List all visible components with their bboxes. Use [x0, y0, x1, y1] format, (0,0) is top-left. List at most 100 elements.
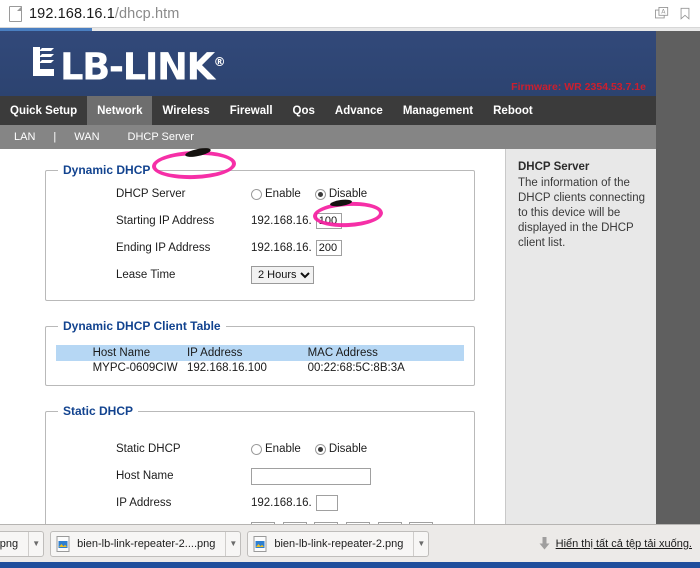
download-caret-2[interactable]: ▼ [225, 531, 240, 556]
download-arrow-icon [539, 537, 550, 550]
nav-item-advance[interactable]: Advance [325, 96, 393, 125]
field-dhcp-server: DHCP Server Enable Disable [56, 185, 464, 203]
static-dhcp-enable-label: Enable [265, 443, 301, 455]
image-file-icon [253, 535, 267, 552]
help-text: The information of the DHCP clients conn… [518, 177, 645, 249]
lease-time-select[interactable]: 2 Hours [251, 266, 314, 284]
lease-time-label: Lease Time [116, 269, 176, 281]
taskbar-strip [0, 562, 700, 568]
radio-enable[interactable] [251, 188, 262, 200]
col-mac-address: MAC Address [307, 345, 464, 361]
static-ip-prefix: 192.168.16. [251, 497, 312, 509]
subnav-item-dhcp-server[interactable]: DHCP Server [114, 125, 208, 149]
table-header-row: Host Name IP Address MAC Address [56, 345, 464, 361]
subnav-item-wan[interactable]: WAN [60, 125, 113, 149]
page-body: Dynamic DHCP DHCP Server Enable Disable … [0, 149, 656, 524]
starting-ip-prefix: 192.168.16. [251, 215, 312, 227]
client-table-legend: Dynamic DHCP Client Table [63, 319, 221, 333]
field-starting-ip: Starting IP Address 192.168.16. [56, 212, 464, 230]
download-item-1[interactable]: repeater-6.png ▼ [0, 530, 45, 557]
url-bar-icons: A [655, 6, 692, 21]
cell-host-name: MYPC-0609CIW [92, 362, 178, 374]
subnav-separator: | [53, 131, 57, 143]
download-item-3[interactable]: bien-lb-link-repeater-2.png ▼ [247, 530, 430, 557]
firmware-version: Firmware: WR 2354.53.7.1e [511, 81, 646, 93]
download-item-2[interactable]: bien-lb-link-repeater-2....png ▼ [50, 530, 242, 557]
static-ip-input[interactable] [315, 495, 338, 511]
field-static-host-name: Host Name [56, 467, 464, 485]
download-caret-1[interactable]: ▼ [28, 531, 43, 556]
dhcp-client-table: Host Name IP Address MAC Address MYPC-06… [56, 345, 464, 375]
row-pad-cell [56, 361, 93, 375]
dhcp-server-radio-group[interactable]: Enable Disable [251, 188, 367, 200]
url-text[interactable]: 192.168.16.1/dhcp.htm [29, 6, 179, 22]
static-dhcp-section: Static DHCP Static DHCP Enable Disable H… [45, 404, 475, 524]
field-static-dhcp: Static DHCP Enable Disable [56, 440, 464, 458]
downloads-bar: repeater-6.png ▼ bien-lb-link-repeater-2… [0, 524, 700, 562]
starting-ip-input[interactable] [315, 213, 342, 229]
radio-disable[interactable] [314, 188, 326, 200]
cell-mac-address: 00:22:68:5C:8B:3A [307, 362, 405, 374]
download-name-3: bien-lb-link-repeater-2.png [274, 537, 404, 550]
dhcp-server-disable-option[interactable]: Disable [314, 188, 368, 200]
static-host-name-input[interactable] [251, 467, 371, 485]
radio-static-enable[interactable] [251, 443, 262, 455]
dhcp-server-disable-label: Disable [328, 188, 368, 200]
static-dhcp-radio-group[interactable]: Enable Disable [251, 443, 367, 455]
router-admin-page: LB-LINK® Firmware: WR 2354.53.7.1e Quick… [0, 31, 656, 524]
image-file-icon [56, 535, 70, 552]
help-title: DHCP Server [518, 161, 590, 173]
col-ip-address: IP Address [186, 345, 308, 361]
static-host-name-label: Host Name [116, 470, 174, 482]
col-host-name: Host Name [92, 345, 187, 361]
download-name-1: repeater-6.png [0, 537, 19, 550]
nav-item-firewall[interactable]: Firewall [220, 96, 283, 125]
table-row: MYPC-0609CIW 192.168.16.100 00:22:68:5C:… [56, 361, 464, 375]
bookmark-icon[interactable] [678, 7, 692, 21]
browser-viewport: LB-LINK® Firmware: WR 2354.53.7.1e Quick… [0, 31, 700, 524]
dhcp-client-table-section: Dynamic DHCP Client Table Host Name IP A… [45, 319, 475, 386]
nav-item-qos[interactable]: Qos [283, 96, 325, 125]
ending-ip-input[interactable] [315, 240, 342, 256]
static-dhcp-disable-label: Disable [328, 443, 368, 455]
static-dhcp-label: Static DHCP [116, 443, 181, 455]
subnav-item-lan[interactable]: LAN [0, 125, 49, 149]
nav-item-wireless[interactable]: Wireless [152, 96, 219, 125]
router-banner: LB-LINK® Firmware: WR 2354.53.7.1e [0, 31, 656, 96]
field-lease-time: Lease Time 2 Hours [56, 266, 464, 284]
ending-ip-label: Ending IP Address [116, 242, 211, 254]
help-panel: DHCP Server The information of the DHCP … [505, 149, 656, 524]
nav-item-network[interactable]: Network [87, 96, 153, 125]
logo-text: LB-LINK® [60, 45, 226, 89]
browser-url-bar[interactable]: 192.168.16.1/dhcp.htm A [0, 0, 700, 28]
starting-ip-label: Starting IP Address [116, 215, 215, 227]
page-icon [9, 5, 22, 22]
dhcp-server-enable-label: Enable [265, 188, 301, 200]
dhcp-server-enable-option[interactable]: Enable [251, 188, 301, 200]
cell-ip-address: 192.168.16.100 [186, 362, 267, 374]
download-name-2: bien-lb-link-repeater-2....png [77, 537, 216, 550]
show-all-downloads[interactable]: Hiển thị tất cả tệp tải xuống. [539, 537, 692, 550]
table-pad-cell [56, 345, 93, 361]
static-ip-label: IP Address [116, 497, 172, 509]
ending-ip-prefix: 192.168.16. [251, 242, 312, 254]
static-dhcp-legend: Static DHCP [63, 404, 134, 418]
main-nav: Quick Setup Network Wireless Firewall Qo… [0, 96, 656, 125]
field-static-ip: IP Address 192.168.16. [56, 494, 464, 512]
dynamic-dhcp-section: Dynamic DHCP DHCP Server Enable Disable … [45, 163, 475, 301]
translate-icon[interactable]: A [655, 6, 669, 21]
show-all-downloads-link[interactable]: Hiển thị tất cả tệp tải xuống. [556, 538, 692, 550]
lb-link-logo: LB-LINK® [28, 43, 226, 86]
logo-mark-icon [33, 47, 54, 76]
download-caret-3[interactable]: ▼ [413, 531, 428, 556]
registered-mark: ® [213, 55, 226, 69]
static-dhcp-disable-option[interactable]: Disable [314, 443, 368, 455]
nav-item-quick-setup[interactable]: Quick Setup [0, 96, 87, 125]
url-path: /dhcp.htm [114, 5, 180, 22]
nav-item-management[interactable]: Management [393, 96, 483, 125]
radio-static-disable[interactable] [314, 443, 326, 455]
nav-item-reboot[interactable]: Reboot [483, 96, 543, 125]
sub-nav: LAN | WAN DHCP Server [0, 125, 656, 149]
dhcp-server-label: DHCP Server [116, 188, 186, 200]
static-dhcp-enable-option[interactable]: Enable [251, 443, 301, 455]
